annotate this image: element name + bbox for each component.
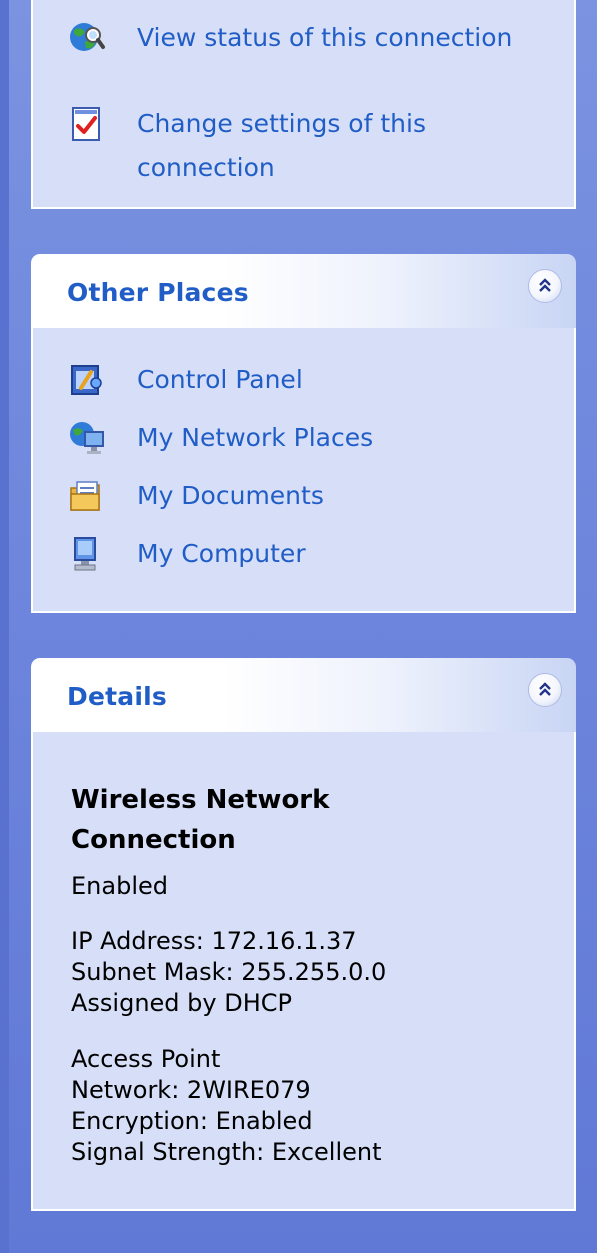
- network-tasks-panel: View status of this connection Change se…: [31, 0, 576, 209]
- control-panel-link[interactable]: Control Panel: [69, 362, 564, 402]
- connection-name: Wireless Network Connection: [71, 785, 330, 855]
- my-documents-icon: [69, 478, 105, 514]
- signal-strength: Signal Strength: Excellent: [71, 1138, 382, 1166]
- other-places-title: Other Places: [67, 278, 249, 307]
- details-panel: Details Wireless Network Connection Enab…: [31, 658, 576, 1211]
- other-places-header[interactable]: Other Places: [31, 254, 576, 328]
- change-settings-icon: [69, 106, 105, 142]
- network-places-label[interactable]: My Network Places: [137, 416, 373, 460]
- my-computer-icon: [69, 536, 105, 572]
- network-places-link[interactable]: My Network Places: [69, 420, 564, 460]
- other-places-panel: Other Places Control Panel My Network Pl…: [31, 254, 576, 613]
- double-chevron-up-icon: [539, 278, 551, 292]
- ip-address: IP Address: 172.16.1.37: [71, 927, 357, 955]
- details-body: Wireless Network Connection Enabled IP A…: [31, 732, 576, 1211]
- connection-status: Enabled: [71, 872, 168, 900]
- address-assignment: Assigned by DHCP: [71, 989, 292, 1017]
- view-status-link[interactable]: View status of this connection: [69, 20, 564, 60]
- network-tasks-body: View status of this connection Change se…: [31, 0, 576, 209]
- my-documents-label[interactable]: My Documents: [137, 474, 324, 518]
- my-computer-label[interactable]: My Computer: [137, 532, 306, 576]
- details-header[interactable]: Details: [31, 658, 576, 732]
- view-status-label[interactable]: View status of this connection: [137, 16, 512, 60]
- view-status-icon: [69, 20, 105, 56]
- network-places-icon: [69, 420, 105, 456]
- task-pane: View status of this connection Change se…: [0, 0, 597, 1253]
- access-point-label: Access Point: [71, 1045, 221, 1073]
- my-computer-link[interactable]: My Computer: [69, 536, 564, 576]
- control-panel-icon: [69, 362, 105, 398]
- change-settings-link[interactable]: Change settings of this connection: [69, 106, 564, 190]
- other-places-body: Control Panel My Network Places My Docum…: [31, 328, 576, 613]
- double-chevron-up-icon: [539, 682, 551, 696]
- pane-left-edge: [0, 0, 9, 1253]
- network-name: Network: 2WIRE079: [71, 1076, 311, 1104]
- my-documents-link[interactable]: My Documents: [69, 478, 564, 518]
- details-collapse-button[interactable]: [528, 673, 562, 707]
- encryption-status: Encryption: Enabled: [71, 1107, 313, 1135]
- other-places-collapse-button[interactable]: [528, 269, 562, 303]
- control-panel-label[interactable]: Control Panel: [137, 358, 303, 402]
- subnet-mask: Subnet Mask: 255.255.0.0: [71, 958, 387, 986]
- change-settings-label[interactable]: Change settings of this connection: [137, 102, 564, 190]
- details-title: Details: [67, 682, 167, 711]
